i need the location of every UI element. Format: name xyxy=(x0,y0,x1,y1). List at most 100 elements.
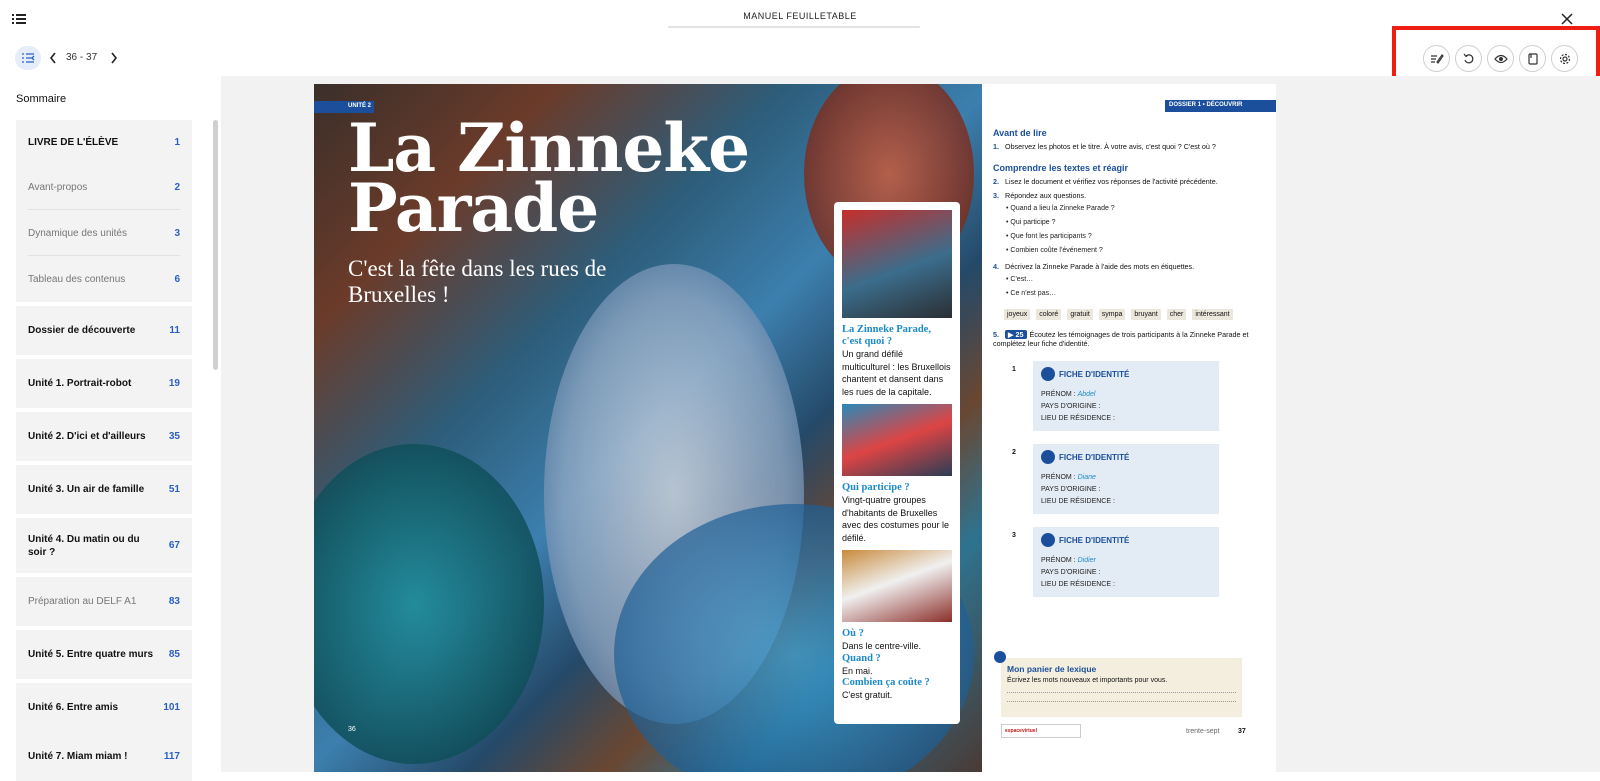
sidebar-item-page: 101 xyxy=(163,702,180,713)
prev-page-button[interactable] xyxy=(47,49,59,67)
fiche-identite: FICHE D'IDENTITÉ PRÉNOM : Didier PAYS D'… xyxy=(1033,527,1219,597)
word-chip: coloré xyxy=(1036,309,1062,320)
word-chip: intéressant xyxy=(1192,309,1233,320)
question-1: 1. Observez les photos et le titre. À vot… xyxy=(993,142,1216,151)
fiche-identite: FICHE D'IDENTITÉ PRÉNOM : Abdel PAYS D'O… xyxy=(1033,361,1219,431)
settings-button[interactable] xyxy=(1551,45,1578,72)
sidebar-item[interactable]: Unité 6. Entre amis 101 xyxy=(16,683,192,732)
view-button[interactable] xyxy=(1487,45,1514,72)
person-icon xyxy=(1041,533,1055,547)
gear-icon xyxy=(1559,53,1570,64)
sidebar-item[interactable]: Dynamique des unités 3 xyxy=(16,210,192,256)
fiche-name: Diane xyxy=(1077,474,1096,481)
fiche-number: 2 xyxy=(1012,449,1016,456)
sidebar-item-page: 35 xyxy=(168,431,180,442)
card-question-4: Quand ? xyxy=(842,652,881,664)
sidebar-item-page: 6 xyxy=(174,273,180,285)
fiche-name: Didier xyxy=(1077,557,1096,564)
card-photo-2 xyxy=(842,404,952,476)
chevron-left-icon xyxy=(49,52,56,64)
sidebar-item-label: Avant-propos xyxy=(28,181,88,193)
question-3: 3. Répondez aux questions. xyxy=(993,191,1087,200)
sidebar-item[interactable]: LIVRE DE L'ÉLÈVE 1 xyxy=(16,120,192,164)
page-title-line2: Parade xyxy=(348,169,599,247)
single-page-button[interactable] xyxy=(1519,45,1546,72)
book-viewer: UNITÉ 2 La Zinneke Parade C'est la fête … xyxy=(221,76,1600,772)
sidebar-item-page: 85 xyxy=(168,649,180,660)
person-icon xyxy=(1041,367,1055,381)
question-3-text: Répondez aux questions. xyxy=(1005,191,1087,200)
word-chip: joyeux xyxy=(1004,309,1031,320)
fiche-label: PRÉNOM : xyxy=(1041,474,1076,481)
card-answer-1: Un grand défilé multiculturel : les Brux… xyxy=(842,349,951,397)
sidebar-item-label: Unité 2. D'ici et d'ailleurs xyxy=(28,431,146,442)
sidebar-item[interactable]: Dossier de découverte 11 xyxy=(16,306,192,355)
fiche-label: PRÉNOM : xyxy=(1041,557,1076,564)
sidebar-heading: Sommaire xyxy=(16,93,67,105)
lexique-box: Mon panier de lexique Écrivez les mots n… xyxy=(1001,658,1242,717)
sidebar-item[interactable]: Préparation au DELF A1 83 xyxy=(16,577,192,626)
fiche-label: PAYS D'ORIGINE : xyxy=(1041,486,1101,493)
sidebar-scrollbar[interactable] xyxy=(213,120,218,370)
next-page-button[interactable] xyxy=(108,49,120,67)
card-photo-3 xyxy=(842,550,952,622)
undo-button[interactable] xyxy=(1455,45,1482,72)
card-question-3: Où ? xyxy=(842,628,864,639)
right-page-number: 37 xyxy=(1238,728,1246,735)
q4-item: • Ce n'est pas… xyxy=(1006,290,1057,297)
sidebar-item[interactable]: Unité 4. Du matin ou du soir ? 67 xyxy=(16,518,192,573)
card-answer-3: Dans le centre-ville. xyxy=(842,641,922,651)
question-5-text: Écoutez les témoignages de trois partici… xyxy=(993,330,1249,348)
word-chip: bruyant xyxy=(1131,309,1161,320)
sidebar-item[interactable]: Unité 7. Miam miam ! 117 xyxy=(16,732,192,781)
sidebar-item[interactable]: Avant-propos 2 xyxy=(16,164,192,210)
fiche-title: FICHE D'IDENTITÉ xyxy=(1059,369,1130,379)
card-question-5: Combien ça coûte ? xyxy=(842,677,930,688)
sidebar-item-label: Dossier de découverte xyxy=(28,325,136,336)
section-avant-de-lire: Avant de lire xyxy=(993,128,1047,138)
fiche-label: LIEU DE RÉSIDENCE : xyxy=(1041,498,1115,505)
card-answer-4: En mai. xyxy=(842,665,873,676)
word-chip: sympa xyxy=(1098,309,1126,320)
sidebar-item[interactable]: Unité 2. D'ici et d'ailleurs 35 xyxy=(16,412,192,461)
sidebar-item-page: 1 xyxy=(174,136,180,148)
left-page: UNITÉ 2 La Zinneke Parade C'est la fête … xyxy=(314,84,982,772)
question-2: 2. Lisez le document et vérifiez vos répo… xyxy=(993,177,1218,186)
sidebar: Sommaire LIVRE DE L'ÉLÈVE 1 Avant-propos 2 D… xyxy=(0,76,221,781)
sidebar-item[interactable]: Unité 5. Entre quatre murs 85 xyxy=(16,630,192,679)
brand-logo: espacevirtuel xyxy=(1001,724,1081,738)
sidebar-item-page: 67 xyxy=(168,540,180,551)
fiche-label: PAYS D'ORIGINE : xyxy=(1041,569,1101,576)
q3-item: • Combien coûte l'événement ? xyxy=(1006,247,1103,254)
section-comprendre: Comprendre les textes et réagir xyxy=(993,163,1129,173)
sidebar-item-label: Unité 5. Entre quatre murs xyxy=(28,649,154,660)
sidebar-item[interactable]: Unité 3. Un air de famille 51 xyxy=(16,465,192,514)
fiche-identite: FICHE D'IDENTITÉ PRÉNOM : Diane PAYS D'O… xyxy=(1033,444,1219,514)
audio-track-badge[interactable]: ▶ 25 xyxy=(1005,330,1027,339)
word-chip: gratuit xyxy=(1067,309,1093,320)
question-2-text: Lisez le document et vérifiez vos répons… xyxy=(1005,177,1218,186)
toc-toggle-button[interactable] xyxy=(15,46,41,70)
page-subtitle: C'est la fête dans les rues de Bruxelles… xyxy=(348,256,607,307)
fiche-title: FICHE D'IDENTITÉ xyxy=(1059,452,1130,462)
card-answer-5: C'est gratuit. xyxy=(842,690,893,700)
card-answer-2: Vingt-quatre groupes d'habitants de Brux… xyxy=(842,495,950,543)
annotate-button[interactable] xyxy=(1423,45,1450,72)
undo-icon xyxy=(1463,53,1473,63)
lexique-line xyxy=(1007,701,1236,702)
lexique-title: Mon panier de lexique xyxy=(1007,664,1097,674)
q3-item: • Que font les participants ? xyxy=(1006,233,1092,240)
sidebar-item[interactable]: Unité 1. Portrait-robot 19 xyxy=(16,359,192,408)
word-chips: joyeux coloré gratuit sympa bruyant cher… xyxy=(1004,309,1233,320)
q3-item: • Qui participe ? xyxy=(1006,219,1056,226)
sidebar-item-label: LIVRE DE L'ÉLÈVE xyxy=(28,136,119,148)
fiche-name: Abdel xyxy=(1077,391,1096,398)
toc-icon xyxy=(22,53,35,63)
card-question-1: La Zinneke Parade, c'est quoi ? xyxy=(842,324,931,347)
q4-item: • C'est… xyxy=(1006,276,1034,283)
basket-icon xyxy=(994,651,1006,663)
app-title: MANUEL FEUILLETABLE xyxy=(743,11,857,21)
top-bar: MANUEL FEUILLETABLE xyxy=(0,0,1600,36)
fiche-number: 1 xyxy=(1012,366,1016,373)
sidebar-item[interactable]: Tableau des contenus 6 xyxy=(16,256,192,302)
